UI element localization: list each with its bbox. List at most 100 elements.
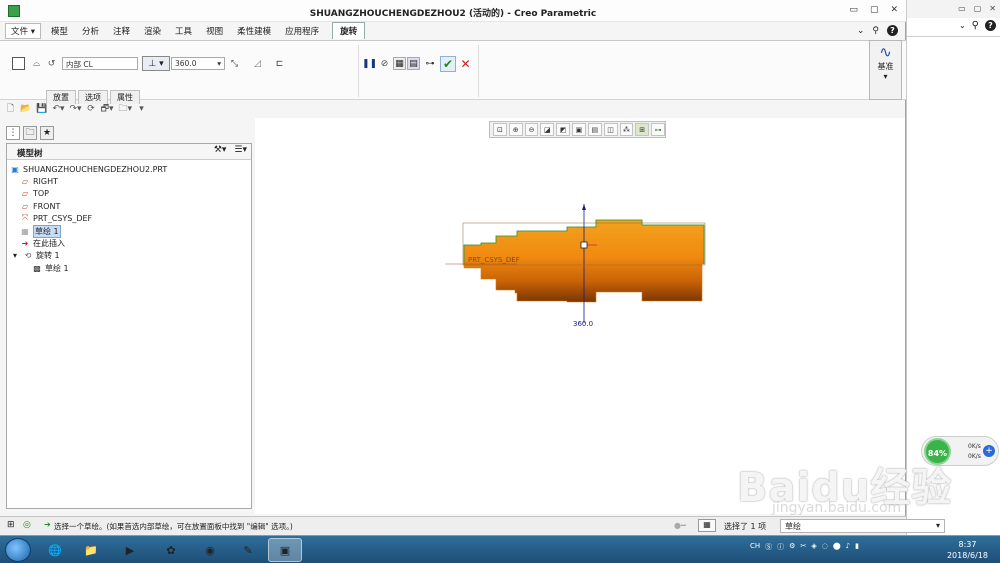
model-tree-tab-icon[interactable]: ⋮ <box>6 126 20 140</box>
help-icon[interactable]: ? <box>985 20 996 31</box>
tree-node-part[interactable]: ▣ SHUANGZHOUCHENGDEZHOU2.PRT <box>10 164 167 174</box>
annotation-display-icon[interactable]: ⊞ <box>635 123 650 136</box>
start-button[interactable] <box>5 538 31 562</box>
verify-icon[interactable]: ▤ <box>407 57 420 70</box>
tab-model[interactable]: 模型 <box>44 23 75 39</box>
tree-node-sketch-1[interactable]: ▦ 草绘 1 <box>20 225 61 238</box>
surface-icon[interactable]: ⌓ <box>30 57 43 70</box>
tab-render[interactable]: 渲染 <box>137 23 168 39</box>
tab-analysis[interactable]: 分析 <box>75 23 106 39</box>
preview-icon[interactable]: ▦ <box>393 57 406 70</box>
open-file-icon[interactable]: 📂 <box>20 104 31 114</box>
boost-icon[interactable]: + <box>983 445 995 457</box>
help-icon[interactable]: ⓘ <box>777 542 784 552</box>
taskbar-chrome-icon[interactable]: 🌐 <box>38 538 72 562</box>
taskbar-creo-icon[interactable]: ▣ <box>268 538 302 562</box>
no-preview-icon[interactable]: ⊘ <box>378 57 391 70</box>
remove-material-icon[interactable]: ◿ <box>251 57 264 70</box>
ok-check-icon[interactable]: ✔ <box>440 56 456 72</box>
network-icon[interactable]: ▮ <box>855 542 859 552</box>
tray-icon[interactable]: ✂ <box>800 542 806 552</box>
taskbar-explorer-icon[interactable]: 📁 <box>74 538 108 562</box>
folder-browser-tab-icon[interactable]: 🗀 <box>23 126 37 140</box>
regenerate-icon[interactable]: ⟳ <box>87 104 96 114</box>
angle-input[interactable]: 360.0 ▾ <box>171 57 225 70</box>
selection-filter-icon[interactable]: ▦ <box>698 519 716 532</box>
drag-handle[interactable] <box>580 241 588 249</box>
language-indicator[interactable]: CH <box>750 542 760 552</box>
datum-group[interactable]: ∿ 基准 ▾ <box>869 40 902 100</box>
taskbar-baidu-icon[interactable]: ✿ <box>154 538 188 562</box>
redo-icon[interactable]: ↷▾ <box>70 104 82 114</box>
angle-dimension[interactable]: 360.0 <box>573 320 593 328</box>
tray-icon-s[interactable]: Ⓢ <box>765 542 772 552</box>
windows-taskbar: 🌐 📁 ▶ ✿ ◉ ✎ ▣ CH Ⓢ ⓘ ⚙ ✂ ◈ ◌ ⬤ ♪ ▮ 8:37 … <box>0 535 1000 563</box>
solid-icon[interactable] <box>12 57 25 70</box>
zoom-in-icon[interactable]: ⊕ <box>508 123 523 136</box>
taskbar-360-icon[interactable]: ◉ <box>193 538 227 562</box>
tree-node-sketch-1-child[interactable]: ▩ 草绘 1 <box>32 263 68 274</box>
datum-display-icon[interactable]: ⁂ <box>619 123 634 136</box>
clock[interactable]: 8:37 2018/6/18 <box>947 539 988 561</box>
sketch-side-field[interactable]: 内部 CL <box>62 57 138 70</box>
maximize-button[interactable]: ▢ <box>870 5 879 15</box>
taskbar-player-icon[interactable]: ▶ <box>113 538 147 562</box>
display-style-icon[interactable]: ◫ <box>603 123 618 136</box>
close-window-icon[interactable]: 🗀▾ <box>119 101 133 117</box>
tree-node-front[interactable]: ▱ FRONT <box>20 201 60 211</box>
search-icon[interactable]: ⚲ <box>872 26 879 36</box>
search-icon[interactable]: ⚲ <box>972 20 979 31</box>
pause-icon[interactable]: ❚❚ <box>362 57 377 70</box>
tab-revolve[interactable]: 旋转 <box>332 22 366 39</box>
shade-icon[interactable]: ◩ <box>556 123 571 136</box>
glasses-icon[interactable]: ⊶ <box>422 57 438 70</box>
close-button[interactable]: ✕ <box>890 5 898 15</box>
repaint-icon[interactable]: ◪ <box>540 123 555 136</box>
status-icon-2[interactable]: ◎ <box>23 520 31 530</box>
cancel-x-icon[interactable]: ✕ <box>459 57 472 71</box>
tab-flexible-modeling[interactable]: 柔性建模 <box>230 23 278 39</box>
help-icon[interactable]: ? <box>887 25 898 36</box>
tab-annotate[interactable]: 注释 <box>106 23 137 39</box>
tab-tools[interactable]: 工具 <box>168 23 199 39</box>
taskbar-paint-icon[interactable]: ✎ <box>231 538 265 562</box>
tray-icon[interactable]: ◈ <box>811 542 816 552</box>
tree-settings-icon[interactable]: ⚒▾ <box>214 145 227 155</box>
favorites-tab-icon[interactable]: ★ <box>40 126 54 140</box>
minimize-button[interactable]: ▭ <box>849 5 858 15</box>
minimize-icon[interactable]: ▭ <box>958 4 966 13</box>
chevron-down-icon[interactable]: ⌄ <box>959 21 966 30</box>
customize-icon[interactable]: ▾ <box>137 104 146 114</box>
tree-node-right[interactable]: ▱ RIGHT <box>20 176 58 186</box>
view-manager-icon[interactable]: ▣ <box>572 123 586 136</box>
refit-icon[interactable]: ⊡ <box>493 123 507 136</box>
tree-node-top[interactable]: ▱ TOP <box>20 188 49 198</box>
undo-icon[interactable]: ↶▾ <box>52 104 64 114</box>
saved-views-icon[interactable]: ▤ <box>587 123 602 136</box>
zoom-out-icon[interactable]: ⊖ <box>524 123 539 136</box>
tree-node-revolve-1[interactable]: ▾ ⟲ 旋转 1 <box>10 250 60 261</box>
tray-icon[interactable]: ⬤ <box>833 542 841 552</box>
save-icon[interactable]: 💾 <box>36 104 47 114</box>
spin-center-icon[interactable]: ⊶ <box>651 123 665 136</box>
chevron-down-icon[interactable]: ⌄ <box>857 26 865 36</box>
tab-view[interactable]: 视图 <box>199 23 230 39</box>
file-menu[interactable]: 文件 ▾ <box>5 23 41 39</box>
depth-option-button[interactable]: ⊥ ▾ <box>142 56 170 71</box>
flip-direction-icon[interactable]: ⤡ <box>228 57 241 70</box>
volume-icon[interactable]: ♪ <box>846 542 850 552</box>
window-icon[interactable]: 🗗▾ <box>101 101 114 117</box>
status-icon-1[interactable]: ⊞ <box>7 520 15 530</box>
close-icon[interactable]: ✕ <box>989 4 996 13</box>
maximize-icon[interactable]: ▢ <box>974 4 982 13</box>
tray-icon[interactable]: ⚙ <box>789 542 795 552</box>
thicken-icon[interactable]: ⊏ <box>273 57 286 70</box>
new-file-icon[interactable]: 🗋 <box>6 101 15 117</box>
tray-icon[interactable]: ◌ <box>822 542 828 552</box>
selection-filter-dropdown[interactable]: 草绘 ▾ <box>780 519 945 533</box>
tree-node-insert-here[interactable]: ➔ 在此插入 <box>20 238 65 249</box>
tab-applications[interactable]: 应用程序 <box>278 23 326 39</box>
flip-icon[interactable]: ↺ <box>45 57 58 70</box>
tree-node-csys[interactable]: ⤧ PRT_CSYS_DEF <box>20 213 92 223</box>
tree-columns-icon[interactable]: ☰▾ <box>234 145 247 155</box>
